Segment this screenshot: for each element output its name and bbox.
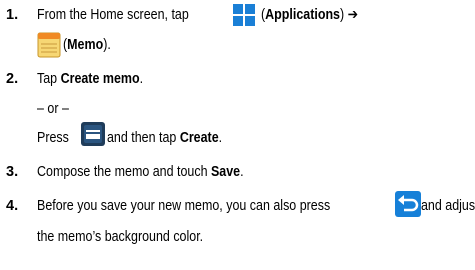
step-1-line-1: From the Home screen, tap: [37, 6, 189, 24]
step-2-number: 2.: [6, 71, 19, 87]
memo-label: Memo: [67, 37, 104, 53]
step-4-line-1-end: and adjust: [421, 198, 475, 214]
applications-label: Applications: [265, 7, 340, 23]
save-label: Save: [210, 164, 241, 180]
step-4-line-2: the memo’s background color.: [37, 229, 204, 245]
menu-icon: [81, 122, 105, 146]
back-arrow-icon: [395, 191, 421, 217]
create-label: Create: [179, 130, 219, 146]
step-2-line-3: and then tap Create.: [107, 130, 223, 146]
step-2-press-text: Press: [37, 130, 69, 146]
applications-grid-icon: [231, 2, 257, 28]
step-4-number: 4.: [6, 198, 19, 214]
step-1-line-2: (Memo).: [63, 37, 111, 53]
step-4-line-1: Before you save your new memo, you can a…: [37, 198, 331, 214]
document-page: 1. From the Home screen, tap (Applicatio…: [0, 0, 475, 270]
memo-notepad-icon: [37, 32, 61, 58]
step-3-number: 3.: [6, 164, 19, 180]
create-memo-label: Create memo: [60, 71, 140, 87]
step-1-line-1-cont: (Applications) ➔: [261, 7, 359, 23]
step-3-line-1: Compose the memo and touch Save.: [37, 164, 244, 180]
step-1-number: 1.: [6, 7, 19, 23]
or-separator: – or –: [37, 101, 69, 117]
step-2-line-1: Tap Create memo.: [37, 71, 144, 87]
step-1-text: From the Home screen, tap: [37, 7, 189, 23]
